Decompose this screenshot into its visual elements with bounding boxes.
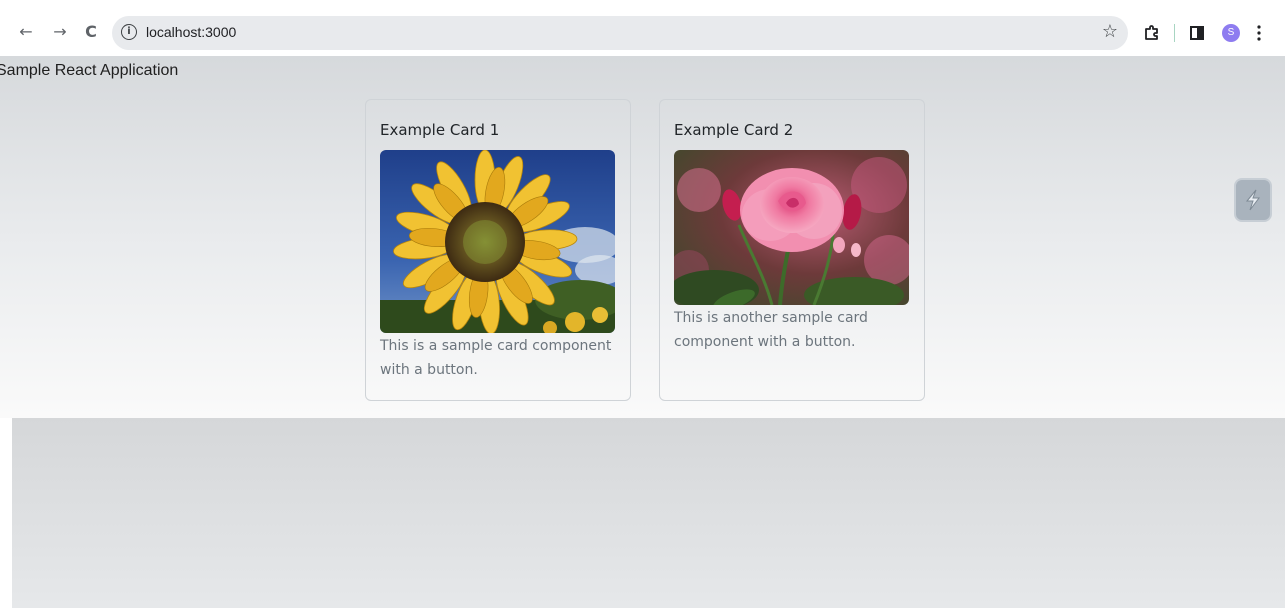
address-bar[interactable]: i localhost:3000 ☆ (112, 16, 1128, 50)
rose-image (674, 150, 909, 305)
app-title: Sample React Application (0, 62, 179, 79)
profile-avatar[interactable]: S (1222, 24, 1240, 42)
page-background-lower (12, 418, 1285, 608)
forward-arrow-icon[interactable]: → (50, 21, 70, 41)
back-arrow-icon[interactable]: ← (16, 21, 36, 41)
card-text: This is another sample card component wi… (674, 310, 868, 350)
card-text: This is a sample card component with a b… (380, 338, 612, 378)
floating-lightning-button[interactable] (1234, 178, 1272, 222)
browser-toolbar: ← → C i localhost:3000 ☆ S (0, 0, 1285, 56)
extensions-puzzle-icon[interactable] (1142, 21, 1162, 45)
reload-icon[interactable]: C (81, 21, 101, 41)
address-url[interactable]: localhost:3000 (146, 24, 236, 40)
bookmark-star-icon[interactable]: ☆ (1102, 21, 1118, 42)
site-info-icon[interactable]: i (121, 24, 137, 40)
lightning-icon (1245, 189, 1260, 211)
card-title: Example Card 1 (380, 121, 500, 139)
sunflower-image (380, 150, 615, 333)
side-panel-icon[interactable] (1188, 21, 1206, 45)
toolbar-separator (1174, 24, 1175, 42)
card-2: Example Card 2 This is another sample ca… (659, 99, 925, 401)
kebab-menu-icon[interactable] (1254, 21, 1264, 45)
page-background (0, 56, 1285, 418)
card-title: Example Card 2 (674, 121, 794, 139)
card-1: Example Card 1 This is a sample card com… (365, 99, 631, 401)
